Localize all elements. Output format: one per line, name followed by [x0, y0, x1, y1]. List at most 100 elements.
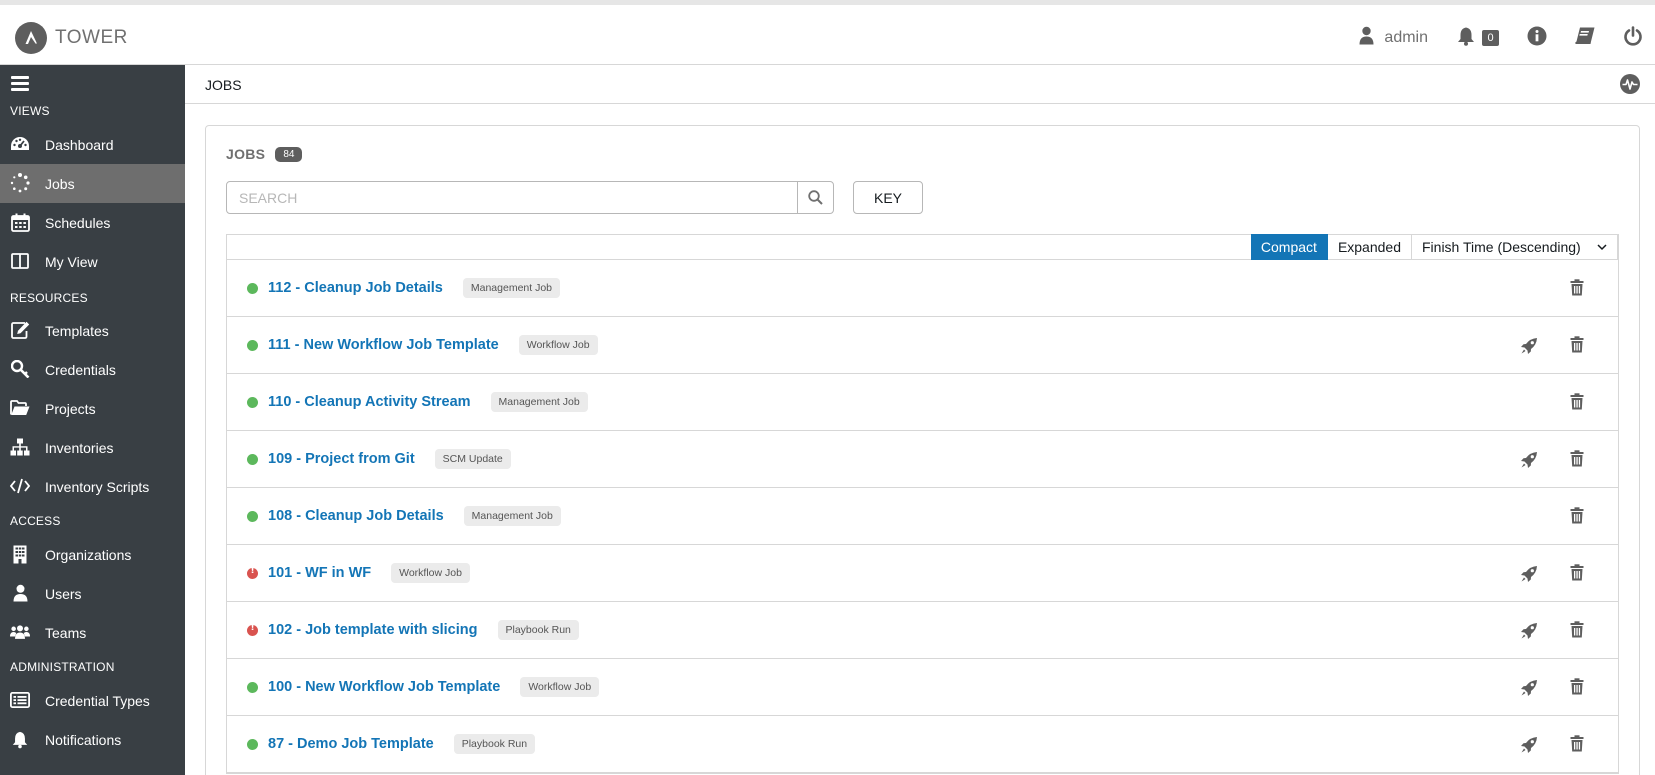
columns-icon — [10, 251, 30, 271]
job-name-link[interactable]: 110 - Cleanup Activity Stream Management … — [268, 392, 588, 412]
job-name-link[interactable]: 87 - Demo Job Template Playbook Run — [268, 734, 536, 754]
edit-icon — [10, 320, 30, 340]
job-row: 110 - Cleanup Activity Stream Management … — [227, 374, 1618, 431]
trash-icon — [1570, 336, 1584, 353]
panel-header: JOBS 84 — [226, 146, 303, 162]
sidebar-item-users[interactable]: Users — [0, 574, 185, 613]
sidebar-item-schedules[interactable]: Schedules — [0, 203, 185, 242]
search-box — [226, 181, 834, 214]
sidebar-item-label: Users — [45, 585, 82, 602]
users-icon — [10, 622, 30, 642]
activity-stream-icon[interactable] — [1620, 74, 1640, 94]
job-type-tag: Workflow Job — [520, 677, 600, 697]
status-success-icon — [247, 739, 258, 750]
job-type-tag: Workflow Job — [391, 563, 470, 583]
sidebar-item-label: Jobs — [45, 175, 75, 192]
sidebar-item-inventories[interactable]: Inventories — [0, 428, 185, 467]
rocket-icon — [1521, 338, 1537, 354]
sidebar-item-credentials[interactable]: Credentials — [0, 350, 185, 389]
delete-button[interactable] — [1570, 564, 1584, 582]
trash-icon — [1570, 507, 1584, 524]
job-row: 101 - WF in WF Workflow Job — [227, 545, 1618, 602]
sidebar-item-organizations[interactable]: Organizations — [0, 535, 185, 574]
breadcrumb-bar: JOBS — [185, 65, 1655, 104]
job-name-link[interactable]: 111 - New Workflow Job Template Workflow … — [268, 335, 598, 355]
about-button[interactable] — [1527, 26, 1547, 51]
power-icon — [1623, 25, 1643, 51]
sidebar-item-label: Credential Types — [45, 692, 150, 709]
relaunch-button[interactable] — [1520, 337, 1538, 355]
hamburger-menu-icon[interactable] — [11, 76, 29, 94]
trash-icon — [1570, 678, 1584, 695]
sidebar-item-inventory-scripts[interactable]: Inventory Scripts — [0, 467, 185, 506]
sidebar-item-notifications[interactable]: Notifications — [0, 720, 185, 759]
job-name-link[interactable]: 109 - Project from Git SCM Update — [268, 449, 511, 469]
key-button[interactable]: KEY — [853, 181, 923, 214]
trash-icon — [1570, 735, 1584, 752]
relaunch-button[interactable] — [1520, 622, 1538, 640]
delete-button[interactable] — [1570, 735, 1584, 753]
status-success-icon — [247, 340, 258, 351]
building-icon — [10, 544, 30, 564]
job-title: 112 - Cleanup Job Details — [268, 280, 443, 296]
sidebar-item-jobs[interactable]: Jobs — [0, 164, 185, 203]
list-icon — [10, 690, 30, 710]
sidebar-item-templates[interactable]: Templates — [0, 311, 185, 350]
delete-button[interactable] — [1570, 393, 1584, 411]
sidebar-item-label: Projects — [45, 400, 96, 417]
job-name-link[interactable]: 112 - Cleanup Job Details Management Job — [268, 278, 561, 298]
job-name-link[interactable]: 108 - Cleanup Job Details Management Job — [268, 506, 561, 526]
status-success-icon — [247, 397, 258, 408]
delete-button[interactable] — [1570, 621, 1584, 639]
job-type-tag: Management Job — [463, 506, 561, 526]
sort-select[interactable]: Finish Time (Descending) — [1412, 234, 1618, 260]
job-type-tag: Management Job — [490, 392, 588, 412]
sort-select-value: Finish Time (Descending) — [1422, 239, 1581, 255]
nav-section-access: ACCESS — [10, 514, 61, 528]
status-failed-icon — [247, 566, 258, 579]
job-type-tag: SCM Update — [434, 449, 511, 469]
sidebar-item-my-view[interactable]: My View — [0, 242, 185, 281]
top-bar: TOWER admin 0 — [0, 0, 1655, 65]
delete-button[interactable] — [1570, 678, 1584, 696]
job-name-link[interactable]: 101 - WF in WF Workflow Job — [268, 563, 470, 583]
sidebar-item-teams[interactable]: Teams — [0, 613, 185, 652]
notifications-button[interactable]: 0 — [1456, 26, 1499, 51]
user-menu[interactable]: admin — [1359, 26, 1428, 50]
delete-button[interactable] — [1570, 279, 1584, 297]
relaunch-button[interactable] — [1520, 736, 1538, 754]
chevron-down-icon — [1597, 243, 1607, 250]
relaunch-button[interactable] — [1520, 679, 1538, 697]
search-button[interactable] — [797, 182, 833, 213]
relaunch-button[interactable] — [1520, 565, 1538, 583]
sidebar-item-projects[interactable]: Projects — [0, 389, 185, 428]
relaunch-button[interactable] — [1520, 451, 1538, 469]
job-title: 101 - WF in WF — [268, 565, 372, 581]
sidebar-item-label: Templates — [45, 322, 109, 339]
job-title: 111 - New Workflow Job Template — [268, 337, 499, 353]
sidebar: VIEWS Dashboard Jobs Schedules My View R… — [0, 65, 185, 775]
username: admin — [1384, 29, 1428, 46]
user-icon — [10, 583, 30, 603]
list-toolbar: Compact Expanded Finish Time (Descending… — [227, 234, 1618, 260]
sidebar-item-dashboard[interactable]: Dashboard — [0, 125, 185, 164]
delete-button[interactable] — [1570, 450, 1584, 468]
job-title: 102 - Job template with slicing — [268, 622, 478, 638]
rocket-icon — [1521, 566, 1537, 582]
expanded-view-button[interactable]: Expanded — [1327, 234, 1412, 260]
notification-count-badge: 0 — [1482, 30, 1499, 46]
job-name-link[interactable]: 100 - New Workflow Job Template Workflow … — [268, 677, 600, 697]
delete-button[interactable] — [1570, 507, 1584, 525]
tower-logo[interactable]: TOWER — [15, 22, 128, 54]
job-title: 108 - Cleanup Job Details — [268, 508, 444, 524]
sidebar-item-credential-types[interactable]: Credential Types — [0, 681, 185, 720]
search-input[interactable] — [227, 182, 797, 213]
job-name-link[interactable]: 102 - Job template with slicing Playbook … — [268, 620, 579, 640]
compact-view-button[interactable]: Compact — [1250, 234, 1328, 260]
sidebar-item-label: Inventories — [45, 439, 114, 456]
logout-button[interactable] — [1623, 25, 1643, 51]
documentation-button[interactable] — [1575, 27, 1595, 50]
trash-icon — [1570, 621, 1584, 638]
trash-icon — [1570, 279, 1584, 296]
delete-button[interactable] — [1570, 336, 1584, 354]
